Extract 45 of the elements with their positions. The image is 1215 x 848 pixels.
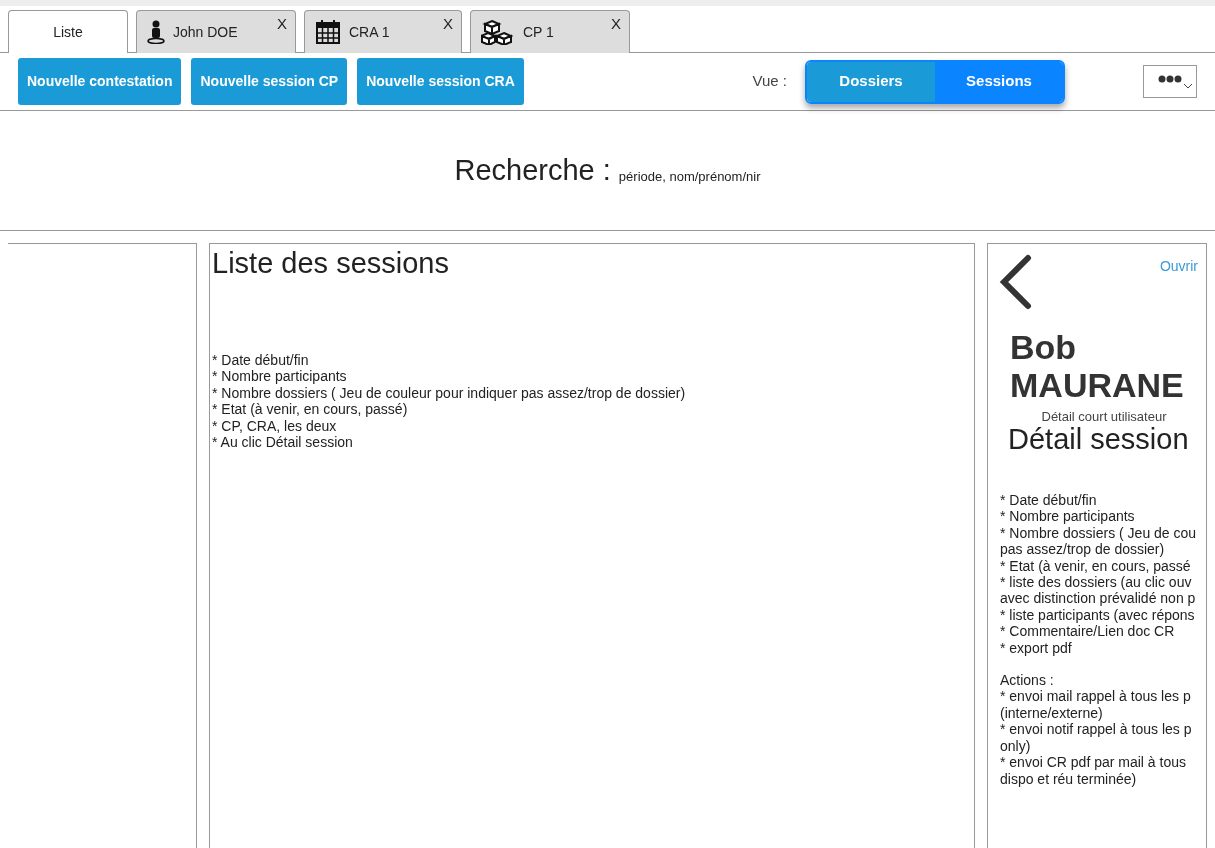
list-text: * Etat (à venir, en cours, passé)	[212, 401, 409, 418]
caret-icon	[1183, 82, 1193, 89]
close-button[interactable]: X	[611, 13, 621, 36]
person-icon	[147, 20, 165, 44]
list-text: * CP, CRA, les deux	[212, 417, 338, 435]
list-text: * Nombre participants	[212, 368, 348, 385]
close-button[interactable]: X	[443, 13, 453, 36]
cubes-icon	[481, 19, 515, 45]
detail-text: * export pdf	[1000, 639, 1073, 657]
detail-text: only)	[1000, 737, 1032, 755]
detail-text: * Nombre participants	[1000, 508, 1136, 525]
user-name: Bob MAURANE	[1010, 328, 1185, 404]
more-icon	[1158, 74, 1182, 83]
detail-text: (interne/externe)	[1000, 704, 1104, 722]
detail-text: * liste des dossiers (au clic ouv	[1000, 574, 1193, 591]
detail-text: * envoi mail rappel à tous les p	[1000, 688, 1192, 705]
actions-title: Actions :	[1000, 672, 1055, 689]
tab[interactable]: CP 1 X	[470, 10, 630, 53]
detail-text: * envoi notif rappel à tous les p	[1000, 721, 1193, 738]
user-subtitle: Détail court utilisateur	[1040, 410, 1168, 424]
tab[interactable]: John DOE X	[136, 10, 296, 53]
detail-text: * envoi CR pdf par mail à tous	[1000, 754, 1187, 771]
list-text: * Nombre dossiers ( Jeu de couleur pour indiquer pas assez/trop de dossier)	[212, 384, 687, 402]
tab[interactable]: Liste	[8, 10, 128, 53]
search-title: Recherche :	[454, 152, 611, 188]
detail-text: * Etat (à venir, en cours, passé	[1000, 557, 1192, 575]
detail-text: * Date début/fin	[1000, 492, 1098, 509]
search-hint: période, nom/prénom/nir	[618, 167, 761, 186]
detail-text: * Commentaire/Lien doc CR	[1000, 623, 1176, 640]
detail-title: Détail session	[1008, 424, 1190, 454]
back-icon[interactable]	[998, 254, 1032, 310]
detail-text: * Nombre dossiers ( Jeu de cou	[1000, 524, 1198, 542]
detail-text: avec distinction prévalidé non p	[1000, 590, 1197, 607]
more-dropdown[interactable]	[1143, 65, 1197, 98]
view-label: Vue :	[752, 71, 787, 92]
list-title: Liste des sessions	[212, 246, 450, 280]
detail-text: dispo et réu terminée)	[1000, 770, 1138, 787]
view-option[interactable]: Sessions	[935, 61, 1063, 102]
list-text: * Date début/fin	[212, 352, 310, 369]
calendar-icon	[315, 19, 341, 45]
tab[interactable]: CRA 1 X	[304, 10, 462, 53]
detail-text: * liste participants (avec répons	[1000, 606, 1196, 624]
close-button[interactable]: X	[277, 13, 287, 36]
list-text: * Au clic Détail session	[212, 434, 354, 451]
detail-text: pas assez/trop de dossier)	[1000, 541, 1166, 558]
